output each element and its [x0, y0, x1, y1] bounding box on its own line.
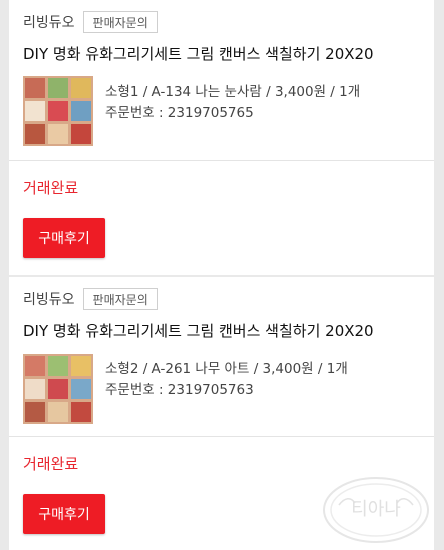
purchase-review-button[interactable]: 구매후기 — [23, 494, 105, 534]
order-status: 거래완료 — [23, 455, 79, 473]
order-number: 주문번호 : 2319705765 — [105, 105, 254, 121]
option-info: 소형1 / A-134 나는 눈사람 / 3,400원 / 1개 — [105, 84, 361, 100]
option-info: 소형2 / A-261 나무 아트 / 3,400원 / 1개 — [105, 361, 348, 377]
product-thumbnail[interactable] — [23, 354, 93, 424]
seller-inquiry-button[interactable]: 판매자문의 — [82, 288, 158, 310]
order-number: 주문번호 : 2319705763 — [105, 382, 254, 398]
divider — [9, 160, 434, 161]
watermark-stamp: 티아나 — [321, 475, 431, 549]
order-card: 리빙듀오 판매자문의 DIY 명화 유화그리기세트 그림 캔버스 색칠하기 20… — [9, 0, 434, 275]
seller-name[interactable]: 리빙듀오 — [23, 12, 75, 32]
purchase-review-button[interactable]: 구매후기 — [23, 218, 105, 258]
seller-row: 리빙듀오 판매자문의 — [23, 11, 158, 33]
seller-inquiry-button[interactable]: 판매자문의 — [82, 11, 158, 33]
product-title[interactable]: DIY 명화 유화그리기세트 그림 캔버스 색칠하기 20X20 — [23, 43, 374, 64]
order-status: 거래완료 — [23, 179, 79, 197]
seller-row: 리빙듀오 판매자문의 — [23, 288, 158, 310]
seller-name[interactable]: 리빙듀오 — [23, 289, 75, 309]
product-title[interactable]: DIY 명화 유화그리기세트 그림 캔버스 색칠하기 20X20 — [23, 320, 374, 341]
product-thumbnail[interactable] — [23, 76, 93, 146]
divider — [9, 436, 434, 437]
watermark-text: 티아나 — [351, 499, 401, 520]
